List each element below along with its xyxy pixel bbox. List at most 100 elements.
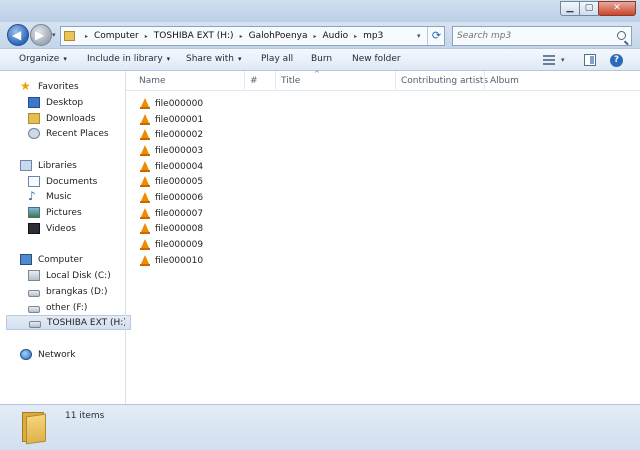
desktop-icon — [28, 97, 40, 108]
column-divider[interactable] — [484, 71, 485, 91]
chevron-right-icon[interactable]: ▸ — [85, 33, 88, 40]
nav-network-label: Network — [38, 349, 76, 360]
command-bar: Organize ▾ Include in library ▾ Share with… — [0, 48, 640, 71]
include-in-library-label: Include in library — [87, 54, 163, 64]
file-name: file000009 — [155, 239, 204, 250]
search-input[interactable] — [457, 29, 607, 43]
file-name: file000000 — [155, 98, 204, 109]
column-contributing-artists[interactable]: Contributing artists — [401, 76, 488, 86]
chevron-down-icon: ▾ — [63, 55, 67, 63]
vlc-cone-icon — [140, 176, 150, 187]
file-row[interactable]: file000000 — [140, 96, 203, 111]
nav-downloads[interactable]: Downloads — [28, 111, 146, 126]
address-bar[interactable]: ▸ Computer ▸ TOSHIBA EXT (H:) ▸ GalohPoe… — [60, 26, 445, 46]
pictures-icon — [28, 207, 40, 218]
folder-icon — [22, 412, 46, 445]
play-all-button[interactable]: Play all — [261, 54, 293, 64]
close-button[interactable]: ✕ — [598, 1, 636, 16]
nav-downloads-label: Downloads — [46, 113, 96, 124]
breadcrumb-mp3[interactable]: mp3 — [363, 31, 383, 41]
refresh-icon[interactable]: ⟳ — [427, 27, 445, 45]
nav-recent-places[interactable]: Recent Places — [28, 126, 146, 141]
file-row[interactable]: file000005 — [140, 174, 203, 189]
breadcrumb-toshiba-ext[interactable]: TOSHIBA EXT (H:) — [154, 31, 234, 41]
address-row: ◀ ▶ ▾ ▸ Computer ▸ TOSHIBA EXT (H:) ▸ Ga… — [0, 22, 640, 48]
file-row[interactable]: file000002 — [140, 127, 203, 142]
nav-brangkas-d[interactable]: brangkas (D:) — [28, 284, 146, 299]
chevron-right-icon[interactable]: ▸ — [314, 33, 317, 40]
pane-splitter[interactable] — [125, 71, 126, 404]
column-album[interactable]: Album — [490, 76, 519, 86]
nav-music[interactable]: ♪ Music — [28, 189, 146, 204]
nav-documents[interactable]: Documents — [28, 174, 146, 189]
file-name: file000001 — [155, 114, 204, 125]
file-name: file000007 — [155, 208, 204, 219]
computer-icon — [20, 254, 32, 265]
chevron-right-icon[interactable]: ▸ — [240, 33, 243, 40]
file-row[interactable]: file000008 — [140, 221, 203, 236]
new-folder-button[interactable]: New folder — [352, 54, 401, 64]
nav-videos[interactable]: Videos — [28, 221, 146, 236]
nav-pictures-label: Pictures — [46, 207, 82, 218]
include-in-library-button[interactable]: Include in library ▾ — [87, 54, 170, 64]
item-count: 11 items — [65, 411, 105, 421]
nav-favorites[interactable]: ★ Favorites — [20, 79, 138, 94]
column-divider[interactable] — [244, 71, 245, 91]
nav-other-f[interactable]: other (F:) — [28, 300, 146, 315]
nav-network[interactable]: Network — [20, 347, 138, 362]
sort-ascending-icon: ^ — [314, 70, 320, 78]
breadcrumb-computer[interactable]: Computer — [94, 31, 139, 41]
nav-computer[interactable]: Computer — [20, 252, 138, 267]
nav-libraries[interactable]: Libraries — [20, 158, 138, 173]
folder-icon — [64, 31, 75, 41]
file-row[interactable]: file000004 — [140, 159, 203, 174]
nav-documents-label: Documents — [46, 176, 98, 187]
nav-local-disk-c-label: Local Disk (C:) — [46, 270, 111, 281]
nav-favorites-label: Favorites — [38, 81, 79, 92]
help-icon[interactable]: ? — [610, 54, 623, 67]
search-icon[interactable] — [617, 31, 626, 40]
burn-button[interactable]: Burn — [311, 54, 332, 64]
minimize-button[interactable]: ▁ — [560, 1, 580, 16]
file-row[interactable]: file000009 — [140, 237, 203, 252]
forward-button[interactable]: ▶ — [30, 24, 52, 46]
back-button[interactable]: ◀ — [7, 24, 29, 46]
file-name: file000005 — [155, 176, 204, 187]
view-dropdown[interactable]: ▾ — [561, 56, 565, 64]
column-name[interactable]: Name — [139, 76, 166, 86]
breadcrumb-audio[interactable]: Audio — [323, 31, 349, 41]
vlc-cone-icon — [140, 98, 150, 109]
change-view-icon[interactable] — [543, 55, 555, 65]
file-name: file000006 — [155, 192, 204, 203]
maximize-button[interactable]: ▢ — [579, 1, 599, 16]
nav-other-f-label: other (F:) — [46, 302, 88, 313]
share-with-button[interactable]: Share with ▾ — [186, 54, 241, 64]
vlc-cone-icon — [140, 208, 150, 219]
address-dropdown[interactable]: ▾ — [417, 32, 421, 40]
organize-button[interactable]: Organize ▾ — [19, 54, 67, 64]
search-box[interactable] — [452, 26, 632, 46]
column-title[interactable]: Title — [281, 76, 300, 86]
preview-pane-icon[interactable] — [584, 54, 596, 66]
nav-toshiba-ext-h[interactable]: TOSHIBA EXT (H:) — [6, 315, 131, 330]
chevron-right-icon[interactable]: ▸ — [354, 33, 357, 40]
vlc-cone-icon — [140, 192, 150, 203]
nav-pictures[interactable]: Pictures — [28, 205, 146, 220]
local-disk-icon — [28, 270, 40, 281]
file-row[interactable]: file000007 — [140, 206, 203, 221]
column-number[interactable]: # — [250, 76, 258, 86]
forward-arrow-icon: ▶ — [35, 28, 45, 42]
nav-local-disk-c[interactable]: Local Disk (C:) — [28, 268, 146, 283]
chevron-right-icon[interactable]: ▸ — [145, 33, 148, 40]
file-row[interactable]: file000003 — [140, 143, 203, 158]
breadcrumb-galohpoenya[interactable]: GalohPoenya — [249, 31, 308, 41]
file-name: file000003 — [155, 145, 204, 156]
recent-pages-dropdown[interactable]: ▾ — [52, 31, 56, 39]
file-row[interactable]: file000001 — [140, 112, 203, 127]
nav-desktop[interactable]: Desktop — [28, 95, 146, 110]
file-row[interactable]: file000010 — [140, 253, 203, 268]
file-row[interactable]: file000006 — [140, 190, 203, 205]
column-divider[interactable] — [275, 71, 276, 91]
column-divider[interactable] — [395, 71, 396, 91]
videos-icon — [28, 223, 40, 234]
